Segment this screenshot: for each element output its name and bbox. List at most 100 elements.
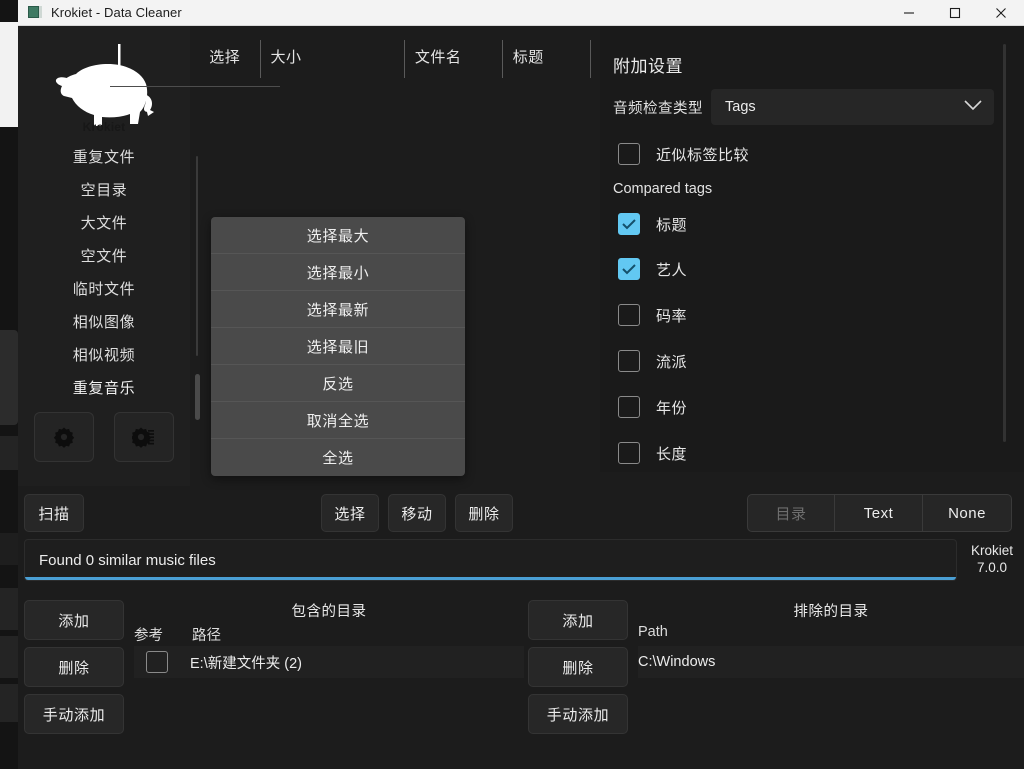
sidebar-item-duplicate-files[interactable]: 重复文件: [18, 140, 190, 173]
reference-checkbox[interactable]: [146, 651, 168, 673]
directory-path: C:\Windows: [638, 654, 715, 670]
preview-mode-none[interactable]: None: [923, 494, 1012, 532]
tag-row-genre[interactable]: 流派: [618, 350, 1024, 372]
included-column-reference: 参考: [134, 624, 192, 645]
results-column-headers: 选择 大小 文件名 标题 艺: [190, 40, 630, 86]
excluded-dir-columns: Path: [638, 624, 668, 640]
preview-mode-directory[interactable]: 目录: [747, 494, 835, 532]
directory-path: E:\新建文件夹 (2): [190, 652, 302, 673]
settings-button[interactable]: [34, 412, 94, 462]
sidebar-nav: 重复文件 空目录 大文件 空文件 临时文件 相似图像 相似视频 重复音乐: [18, 140, 190, 404]
included-dir-title: 包含的目录: [134, 600, 524, 621]
sidebar-item-label: 相似视频: [73, 344, 135, 365]
tag-row-title[interactable]: 标题: [618, 213, 1024, 235]
sidebar-item-similar-images[interactable]: 相似图像: [18, 305, 190, 338]
column-underline: [110, 86, 280, 87]
table-row[interactable]: E:\新建文件夹 (2): [134, 646, 524, 678]
included-dir-rows: E:\新建文件夹 (2): [134, 646, 524, 679]
included-dir-table: 包含的目录 参考 路径 E:\新建文件夹 (2): [134, 600, 524, 760]
scan-button[interactable]: 扫描: [24, 494, 84, 532]
column-header-select[interactable]: 选择: [190, 40, 260, 67]
minimize-button[interactable]: [886, 0, 932, 26]
excluded-dir-buttons: 添加 删除 手动添加: [528, 600, 628, 741]
included-column-path: 路径: [192, 624, 221, 645]
excluded-add-button[interactable]: 添加: [528, 600, 628, 640]
sidebar-item-label: 临时文件: [73, 278, 135, 299]
sidebar-item-empty-files[interactable]: 空文件: [18, 239, 190, 272]
tag-checkbox-bitrate[interactable]: [618, 304, 640, 326]
about-button[interactable]: [114, 412, 174, 462]
settings-scrollbar[interactable]: [1003, 44, 1006, 442]
menu-item-select-oldest[interactable]: 选择最旧: [211, 328, 465, 365]
sidebar-item-label: 大文件: [81, 212, 128, 233]
excluded-column-path: Path: [638, 624, 668, 640]
tag-row-length[interactable]: 长度: [618, 442, 1024, 464]
approx-tag-compare-checkbox[interactable]: [618, 143, 640, 165]
select-button[interactable]: 选择: [321, 494, 379, 532]
menu-item-select-largest[interactable]: 选择最大: [211, 217, 465, 254]
sidebar-item-similar-videos[interactable]: 相似视频: [18, 338, 190, 371]
column-header-title[interactable]: 标题: [503, 40, 590, 67]
menu-item-invert-selection[interactable]: 反选: [211, 365, 465, 402]
tag-checkbox-genre[interactable]: [618, 350, 640, 372]
column-header-filename[interactable]: 文件名: [405, 40, 502, 67]
tag-label-artist: 艺人: [656, 259, 687, 280]
app-icon: [28, 6, 42, 20]
sidebar-scrollbar[interactable]: [195, 156, 200, 421]
delete-button[interactable]: 删除: [455, 494, 513, 532]
status-text: Found 0 similar music files: [39, 552, 216, 569]
version-name: Krokiet: [960, 542, 1024, 559]
audio-check-type-label: 音频检查类型: [613, 97, 703, 118]
additional-settings-panel: 附加设置 音频检查类型 Tags 近似标签比较 Compared tags: [600, 26, 1024, 472]
tag-label-title: 标题: [656, 214, 687, 235]
sidebar-item-duplicate-music[interactable]: 重复音乐: [18, 371, 190, 404]
audio-check-type-value: Tags: [725, 99, 756, 115]
sidebar-item-label: 空目录: [81, 179, 128, 200]
menu-item-deselect-all[interactable]: 取消全选: [211, 402, 465, 439]
app-window: Krokiet 重复文件 空目录 大文件 空文件 临时文件 相似图像 相似视频 …: [18, 26, 1024, 769]
included-remove-button[interactable]: 删除: [24, 647, 124, 687]
scrollbar-thumb[interactable]: [195, 374, 200, 420]
menu-item-select-newest[interactable]: 选择最新: [211, 291, 465, 328]
tag-checkbox-artist[interactable]: [618, 258, 640, 280]
sidebar: Krokiet 重复文件 空目录 大文件 空文件 临时文件 相似图像 相似视频 …: [18, 26, 190, 486]
move-button[interactable]: 移动: [388, 494, 446, 532]
audio-check-type-select[interactable]: Tags: [711, 89, 994, 125]
gear-info-icon: [132, 426, 156, 448]
approx-tag-compare-row[interactable]: 近似标签比较: [618, 143, 1024, 165]
krokiet-logo: Krokiet: [42, 40, 166, 136]
tag-label-bitrate: 码率: [656, 305, 687, 326]
settings-title: 附加设置: [613, 52, 1024, 77]
menu-item-select-smallest[interactable]: 选择最小: [211, 254, 465, 291]
tag-row-bitrate[interactable]: 码率: [618, 304, 1024, 326]
tag-checkbox-year[interactable]: [618, 396, 640, 418]
version-number: 7.0.0: [960, 559, 1024, 576]
background-window-strip: [0, 0, 18, 769]
sidebar-item-label: 重复音乐: [73, 377, 135, 398]
included-manual-add-button[interactable]: 手动添加: [24, 694, 124, 734]
preview-mode-text[interactable]: Text: [835, 494, 923, 532]
tag-checkbox-length[interactable]: [618, 442, 640, 464]
menu-item-select-all[interactable]: 全选: [211, 439, 465, 476]
maximize-button[interactable]: [932, 0, 978, 26]
sidebar-item-big-files[interactable]: 大文件: [18, 206, 190, 239]
table-row[interactable]: C:\Windows: [638, 646, 1024, 678]
title-bar: Krokiet - Data Cleaner: [18, 0, 1024, 26]
status-accent-underline: [25, 577, 957, 580]
tag-row-year[interactable]: 年份: [618, 396, 1024, 418]
gear-icon: [53, 426, 75, 448]
excluded-dir-table: 排除的目录 Path C:\Windows: [638, 600, 1024, 760]
included-dir-columns: 参考 路径: [134, 624, 221, 645]
sidebar-item-empty-directories[interactable]: 空目录: [18, 173, 190, 206]
excluded-remove-button[interactable]: 删除: [528, 647, 628, 687]
column-header-size[interactable]: 大小: [261, 40, 404, 67]
tag-checkbox-title[interactable]: [618, 213, 640, 235]
close-button[interactable]: [978, 0, 1024, 26]
sidebar-item-temporary-files[interactable]: 临时文件: [18, 272, 190, 305]
excluded-dir-title: 排除的目录: [638, 600, 1024, 621]
status-bar: Found 0 similar music files: [24, 539, 957, 581]
audio-check-type-row: 音频检查类型 Tags: [613, 89, 1024, 125]
tag-row-artist[interactable]: 艺人: [618, 258, 1024, 280]
included-add-button[interactable]: 添加: [24, 600, 124, 640]
excluded-manual-add-button[interactable]: 手动添加: [528, 694, 628, 734]
